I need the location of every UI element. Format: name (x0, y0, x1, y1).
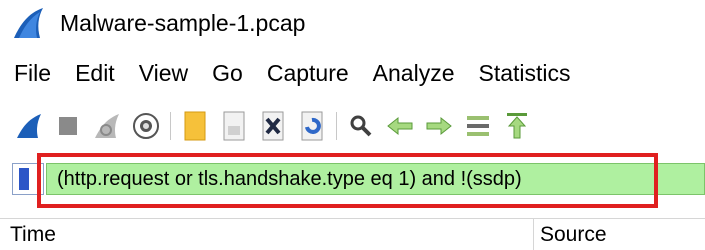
stop-capture-icon[interactable] (53, 111, 83, 141)
start-capture-icon[interactable] (14, 111, 44, 141)
packet-list-header: Time Source (0, 218, 705, 250)
display-filter-input[interactable]: (http.request or tls.handshake.type eq 1… (46, 163, 705, 195)
display-filter-bar: (http.request or tls.handshake.type eq 1… (0, 155, 705, 201)
window-title: Malware-sample-1.pcap (60, 9, 306, 36)
wireshark-fin-icon (14, 8, 43, 38)
reload-file-icon[interactable] (297, 111, 327, 141)
go-forward-icon[interactable] (424, 111, 454, 141)
open-file-icon[interactable] (180, 111, 210, 141)
menu-edit[interactable]: Edit (73, 60, 117, 87)
capture-options-icon[interactable] (131, 111, 161, 141)
go-to-first-packet-icon[interactable] (502, 111, 532, 141)
column-time[interactable]: Time (10, 223, 56, 247)
find-packet-icon[interactable] (346, 111, 376, 141)
title-bar: Malware-sample-1.pcap (0, 0, 705, 46)
menu-view[interactable]: View (137, 60, 190, 87)
menu-file[interactable]: File (12, 60, 53, 87)
column-source[interactable]: Source (540, 223, 607, 247)
toolbar-separator (336, 112, 337, 140)
filter-bookmark-icon[interactable] (12, 163, 44, 195)
menu-capture[interactable]: Capture (265, 60, 351, 87)
save-file-icon[interactable] (219, 111, 249, 141)
menu-bar: File Edit View Go Capture Analyze Statis… (0, 52, 705, 94)
toolbar-separator (170, 112, 171, 140)
go-back-icon[interactable] (385, 111, 415, 141)
menu-statistics[interactable]: Statistics (476, 60, 572, 87)
column-divider[interactable] (533, 219, 534, 250)
menu-analyze[interactable]: Analyze (371, 60, 457, 87)
go-to-packet-icon[interactable] (463, 111, 493, 141)
restart-capture-icon[interactable] (92, 111, 122, 141)
main-toolbar (0, 104, 705, 148)
menu-go[interactable]: Go (210, 60, 245, 87)
close-file-icon[interactable] (258, 111, 288, 141)
